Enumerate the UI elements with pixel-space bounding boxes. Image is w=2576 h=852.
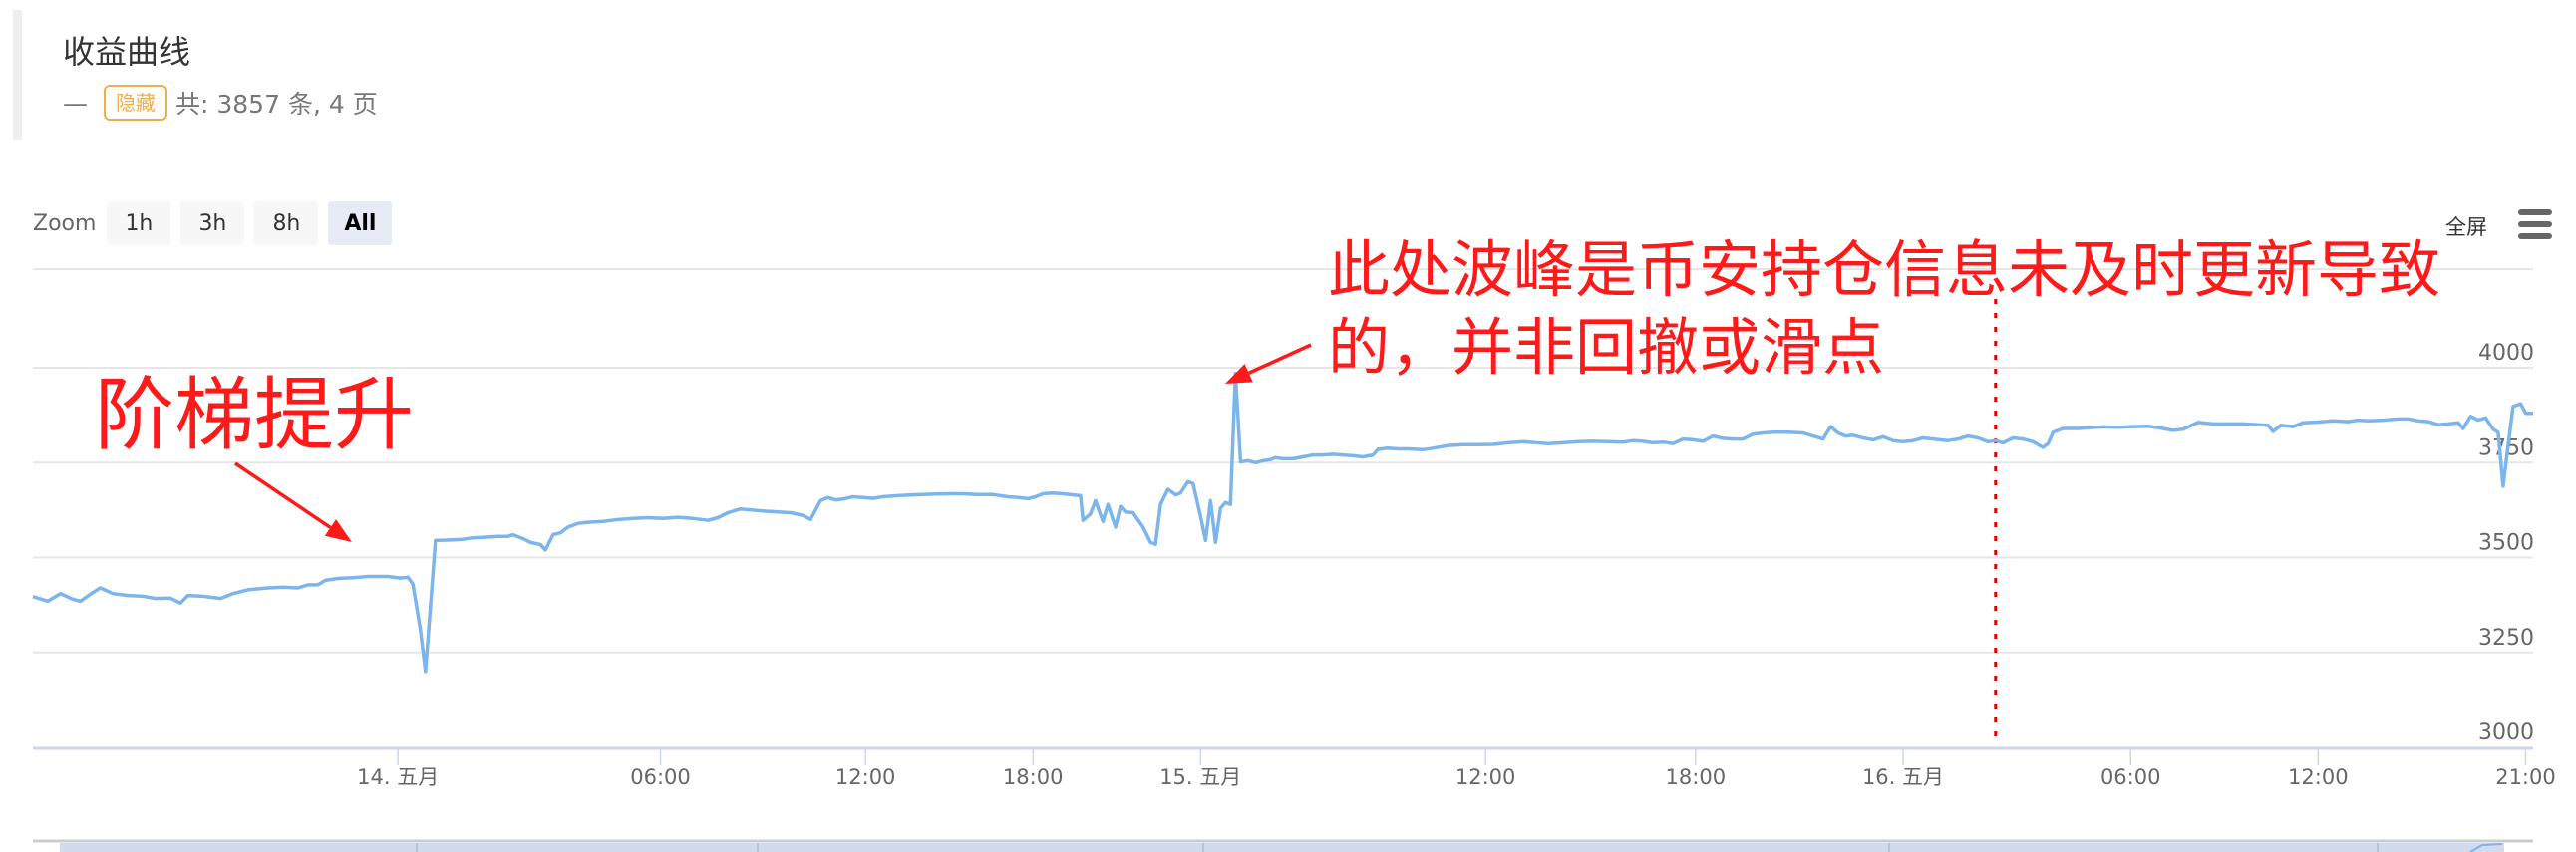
x-axis: 14. 五月 06:00 12:00 18:00 15. 五月 12:00 18:00 16.…: [33, 746, 2556, 789]
y-axis-labels: 30003250350037504000: [2478, 341, 2534, 745]
navigator: [33, 839, 2533, 852]
x-tick-label: 06:00: [2100, 765, 2161, 789]
x-tick-label: 06:00: [630, 765, 691, 789]
navigator-mask: [60, 843, 2504, 852]
annotation-peak-note: 此处波峰是币安持仓信息未及时更新导致 的，并非回撤或滑点: [1328, 231, 2440, 387]
x-tick-label: 18:00: [1003, 765, 1064, 789]
annotation-peak-line2: 的，并非回撤或滑点: [1328, 311, 1885, 384]
annotation-peak-line1: 此处波峰是币安持仓信息未及时更新导致: [1328, 233, 2441, 306]
x-tick-label: 12:00: [1455, 765, 1516, 789]
x-tick-label: 15. 五月: [1159, 765, 1241, 789]
arrow-shaft: [1247, 343, 1312, 375]
arrow-shaft: [234, 461, 332, 529]
x-tick-label: 18:00: [1666, 765, 1727, 789]
y-tick-label: 3250: [2478, 626, 2534, 651]
x-tick-label: 12:00: [835, 765, 896, 789]
x-tick-label: 12:00: [2288, 765, 2349, 789]
x-tick-label: 14. 五月: [357, 765, 439, 789]
annotation-step-up: 阶梯提升: [95, 369, 414, 461]
arrow-step-up: [234, 461, 352, 542]
x-tick-label: 16. 五月: [1862, 765, 1944, 789]
arrow-peak: [1225, 343, 1312, 384]
y-tick-label: 4000: [2478, 341, 2534, 366]
y-tick-label: 3500: [2478, 531, 2534, 556]
y-tick-label: 3000: [2478, 720, 2534, 745]
x-tick-label: 21:00: [2495, 765, 2556, 789]
arrow-head: [324, 519, 352, 542]
